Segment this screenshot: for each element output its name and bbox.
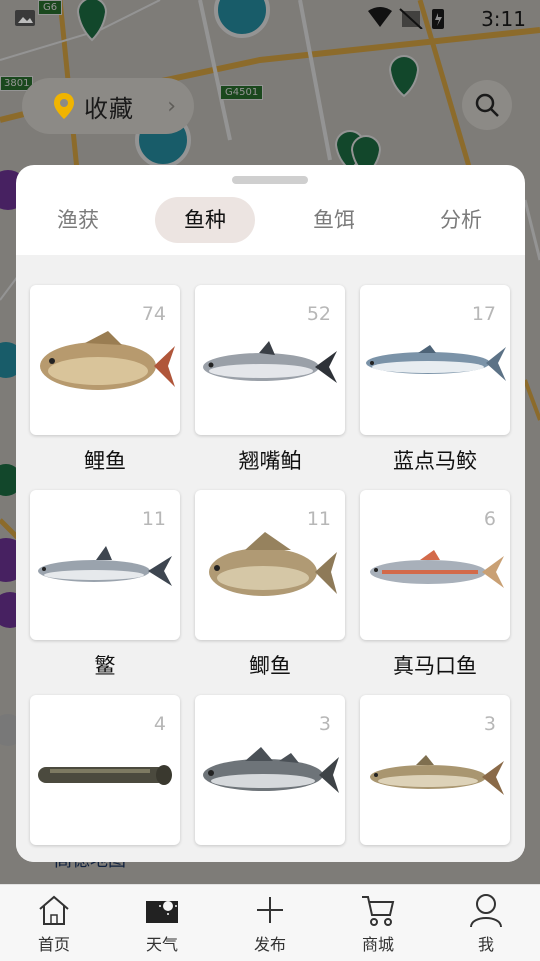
- nav-label: 天气: [145, 935, 178, 954]
- nav-label: 首页: [37, 935, 70, 954]
- wifi-icon: [368, 7, 392, 27]
- nav-label: 商城: [361, 935, 394, 954]
- status-time: 3:11: [481, 7, 526, 31]
- species-name: 鲫鱼: [249, 654, 291, 678]
- weather-icon: [146, 897, 178, 923]
- species-card[interactable]: 6: [360, 490, 510, 640]
- favorites-label: 收藏: [84, 94, 134, 123]
- search-icon: [475, 93, 499, 117]
- tab-bait[interactable]: 鱼饵: [292, 197, 376, 243]
- bottom-nav: 首页 天气 发布 商城 我: [0, 884, 540, 961]
- cart-icon: [362, 896, 395, 926]
- grass-carp-fish-icon: [370, 755, 504, 795]
- map-search-button[interactable]: [462, 80, 512, 130]
- chevron-right-icon: ›: [167, 93, 176, 119]
- species-card[interactable]: 74: [30, 285, 180, 435]
- location-pin-icon: [54, 93, 74, 119]
- spanish-mackerel-fish-icon: [366, 345, 506, 381]
- gallery-icon: [15, 10, 35, 26]
- crucian-carp-fish-icon: [209, 532, 337, 596]
- species-card[interactable]: 11: [30, 490, 180, 640]
- species-card[interactable]: 3: [360, 695, 510, 845]
- snakehead-fish-icon: [38, 765, 172, 785]
- species-card[interactable]: 11: [195, 490, 345, 640]
- chinese-hooksnout-fish-icon: [370, 550, 504, 588]
- species-card[interactable]: 17: [360, 285, 510, 435]
- stats-bottom-sheet: 渔获 鱼种 鱼饵 分析 74 鲤鱼 52 翘嘴鲌 17 蓝点马鲛 11 鳘 11…: [16, 165, 525, 862]
- nav-item-home[interactable]: 首页: [0, 885, 108, 961]
- nav-item-post[interactable]: 发布: [216, 885, 324, 961]
- topmouth-culter-fish-icon: [203, 341, 337, 383]
- status-bar: 3:11: [0, 0, 540, 36]
- sharpbelly-fish-icon: [38, 546, 172, 586]
- species-name: 真马口鱼: [393, 654, 477, 678]
- species-name: 蓝点马鲛: [393, 449, 477, 473]
- species-card[interactable]: 4: [30, 695, 180, 845]
- sheet-drag-handle[interactable]: [232, 176, 308, 184]
- species-grid: 74 鲤鱼 52 翘嘴鲌 17 蓝点马鲛 11 鳘 11 鲫鱼 6 真马口鱼 4…: [16, 255, 525, 862]
- tab-species[interactable]: 鱼种: [155, 197, 255, 243]
- species-name: 翘嘴鲌: [238, 449, 302, 473]
- sea-bass-fish-icon: [203, 747, 339, 793]
- stats-tabs: 渔获 鱼种 鱼饵 分析: [16, 197, 525, 245]
- tab-catches[interactable]: 渔获: [36, 197, 120, 243]
- nav-item-shop[interactable]: 商城: [324, 885, 432, 961]
- profile-icon: [470, 894, 502, 927]
- species-name: 鳘: [94, 654, 116, 678]
- tab-analysis[interactable]: 分析: [419, 197, 503, 243]
- nav-item-weather[interactable]: 天气: [108, 885, 216, 961]
- carp-fish-icon: [40, 331, 175, 390]
- species-card[interactable]: 52: [195, 285, 345, 435]
- status-icons: [368, 7, 444, 30]
- nav-label: 发布: [253, 935, 286, 954]
- plus-icon: [257, 897, 283, 923]
- favorites-button[interactable]: 收藏 ›: [22, 78, 194, 134]
- species-card[interactable]: 3: [195, 695, 345, 845]
- species-name: 鲤鱼: [84, 449, 126, 473]
- nav-label: 我: [477, 935, 494, 954]
- nav-item-me[interactable]: 我: [432, 885, 540, 961]
- home-icon: [39, 895, 69, 925]
